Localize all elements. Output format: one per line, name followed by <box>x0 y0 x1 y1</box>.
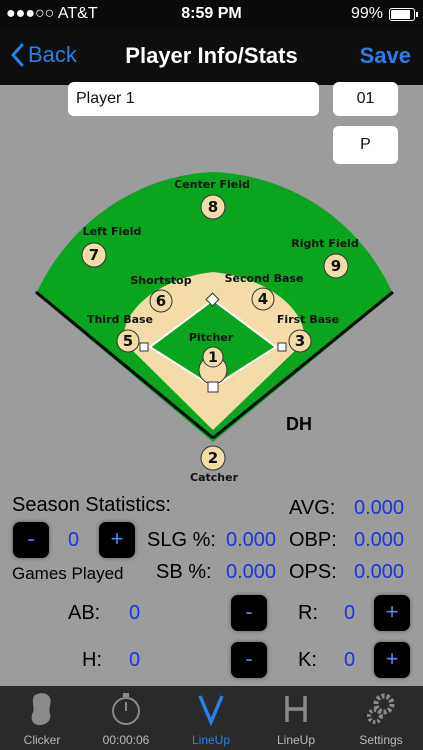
dh-label: DH <box>286 414 312 434</box>
sb-label: SB %: <box>156 561 212 583</box>
obp-label: OBP: <box>289 529 337 551</box>
ops-value: 0.000 <box>354 561 405 583</box>
tab-clicker[interactable]: Clicker <box>0 686 84 750</box>
r-value: 0 <box>344 602 356 624</box>
third-base <box>139 342 149 352</box>
save-button[interactable]: Save <box>360 43 411 69</box>
position-number: 4 <box>258 290 268 308</box>
player-number-input[interactable] <box>333 82 398 116</box>
position-number: 1 <box>208 350 218 366</box>
tab-label: Clicker <box>23 733 61 747</box>
stopwatch-icon <box>112 693 140 725</box>
v-icon <box>198 695 224 726</box>
position-number: 2 <box>208 449 218 467</box>
position-label: Catcher <box>190 471 239 484</box>
mitt-icon <box>31 693 51 726</box>
position-label: Pitcher <box>189 331 234 344</box>
r-label: R: <box>298 602 318 624</box>
status-bar: ●●●○○ AT&T 8:59 PM 99% <box>0 0 423 30</box>
obp-value: 0.000 <box>354 529 405 551</box>
h-icon <box>285 696 307 722</box>
tab-label: LineUp <box>191 733 231 747</box>
ab-decrement-button[interactable]: - <box>231 595 267 631</box>
back-button[interactable]: Back <box>10 42 77 68</box>
avg-value: 0.000 <box>354 497 405 519</box>
tab-label: 00:00:06 <box>102 733 150 747</box>
back-label: Back <box>28 42 77 67</box>
position-label: Second Base <box>225 272 304 285</box>
games-played-label: Games Played <box>12 564 124 583</box>
sb-value: 0.000 <box>226 561 277 583</box>
tab-lineup-v[interactable]: LineUp <box>169 686 253 750</box>
tab-timer[interactable]: 00:00:06 <box>84 686 168 750</box>
games-played-value: 0 <box>68 529 80 551</box>
battery-status: 99% <box>350 5 418 23</box>
position-label: First Base <box>277 313 339 326</box>
battery-icon <box>389 7 418 21</box>
first-base <box>277 342 287 352</box>
tab-bar: Clicker 00:00:06 LineUp LineUp Settings <box>0 686 423 750</box>
player-position-field[interactable]: P <box>333 126 398 164</box>
position-number: 3 <box>295 332 305 350</box>
battery-percent: 99% <box>350 5 383 22</box>
position-number: 8 <box>208 198 218 216</box>
tab-settings[interactable]: Settings <box>339 686 423 750</box>
nav-bar: Back Player Info/Stats Save <box>0 30 423 85</box>
k-label: K: <box>298 649 317 671</box>
slg-label: SLG %: <box>147 529 216 551</box>
baseball-field-diagram: Center Field 8 Left Field 7 Right Field … <box>35 172 394 484</box>
player-name-input[interactable] <box>68 82 319 116</box>
ab-value: 0 <box>129 602 141 624</box>
position-number: 6 <box>156 292 166 310</box>
position-label: Center Field <box>174 178 250 191</box>
tab-lineup-h[interactable]: LineUp <box>254 686 338 750</box>
position-number: 7 <box>89 246 99 264</box>
h-value: 0 <box>129 649 141 671</box>
slg-value: 0.000 <box>226 529 277 551</box>
h-label: H: <box>82 649 102 671</box>
ops-label: OPS: <box>289 561 337 583</box>
k-increment-button[interactable]: + <box>374 642 410 678</box>
h-decrement-button[interactable]: - <box>231 642 267 678</box>
position-label: Right Field <box>291 237 358 250</box>
avg-label: AVG: <box>289 497 336 519</box>
ab-label: AB: <box>68 602 101 624</box>
position-number: 9 <box>331 257 341 275</box>
position-label: Shortstop <box>130 274 191 287</box>
chevron-left-icon <box>11 43 24 67</box>
r-increment-button[interactable]: + <box>374 595 410 631</box>
tab-label: Settings <box>359 733 403 747</box>
games-increment-button[interactable]: + <box>99 522 135 558</box>
gears-icon <box>367 693 395 724</box>
k-value: 0 <box>344 649 356 671</box>
games-decrement-button[interactable]: - <box>13 522 49 558</box>
position-number: 5 <box>123 332 133 350</box>
position-label: Third Base <box>87 313 153 326</box>
position-label: Left Field <box>83 225 142 238</box>
season-stats-header: Season Statistics: <box>12 494 171 516</box>
home-plate <box>207 381 219 393</box>
tab-label: LineUp <box>276 733 316 747</box>
